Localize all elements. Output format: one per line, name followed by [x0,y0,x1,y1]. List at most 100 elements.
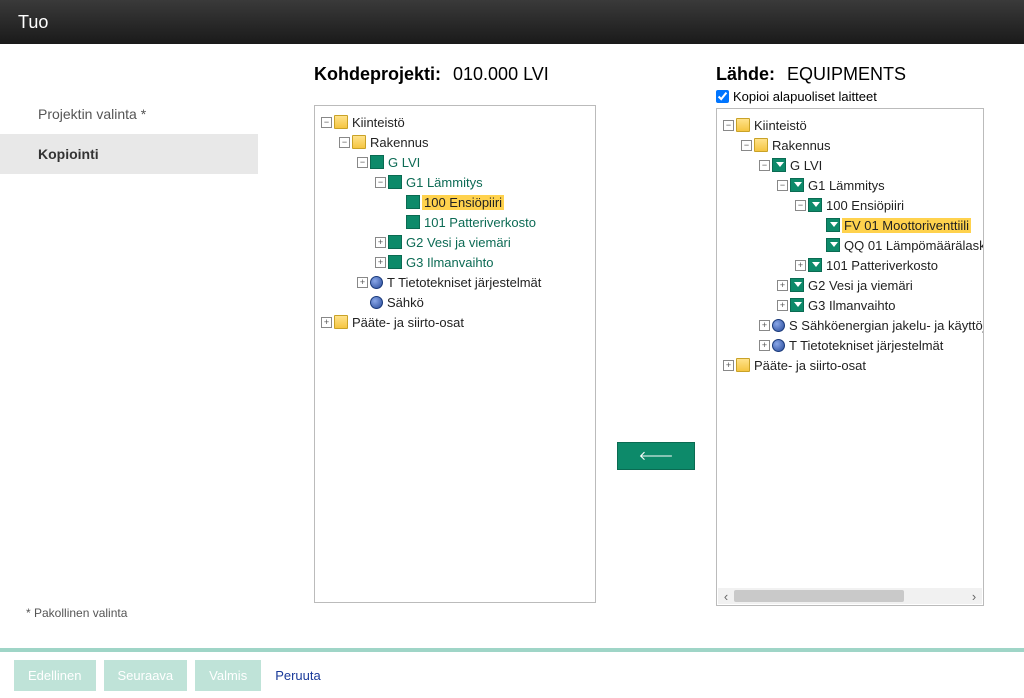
spacer [357,297,368,308]
horizontal-scrollbar[interactable]: ‹ › [718,588,982,604]
source-tree[interactable]: − Kiinteistö − Rakennus − [716,108,984,606]
done-button[interactable]: Valmis [195,660,261,691]
tree-node[interactable]: Rakennus [368,135,431,150]
collapse-icon[interactable]: − [357,157,368,168]
collapse-icon[interactable]: − [759,160,770,171]
target-heading: Kohdeprojekti: 010.000 LVI [314,64,596,85]
tree-node[interactable]: T Tietotekniset järjestelmät [385,275,543,290]
tree-node[interactable]: T Tietotekniset järjestelmät [787,338,945,353]
expand-icon[interactable]: + [759,320,770,331]
copy-sub-checkbox[interactable]: Kopioi alapuoliset laitteet [716,89,984,104]
sidebar-item-projektin-valinta[interactable]: Projektin valinta * [0,94,258,134]
tree-node[interactable]: G3 Ilmanvaihto [404,255,495,270]
spacer [393,217,404,228]
category-icon [388,235,402,249]
system-icon [772,339,785,352]
sidebar-item-label: Projektin valinta * [38,106,146,122]
sidebar-item-label: Kopiointi [38,146,99,162]
folder-icon [334,115,348,129]
tree-node[interactable]: G2 Vesi ja viemäri [806,278,915,293]
category-icon [790,298,804,312]
scroll-right-icon[interactable]: › [966,588,982,604]
tree-node-selected[interactable]: FV 01 Moottoriventtiili [842,218,971,233]
category-icon [772,158,786,172]
expand-icon[interactable]: + [321,317,332,328]
folder-icon [736,358,750,372]
tree-node[interactable]: G3 Ilmanvaihto [806,298,897,313]
category-icon [790,178,804,192]
source-label: Lähde: [716,64,775,85]
collapse-icon[interactable]: − [777,180,788,191]
scrollbar-track[interactable] [734,588,966,604]
tree-node[interactable]: 101 Patteriverkosto [824,258,940,273]
tree-node[interactable]: G1 Lämmitys [404,175,485,190]
prev-button[interactable]: Edellinen [14,660,96,691]
collapse-icon[interactable]: − [339,137,350,148]
tree-node[interactable]: 101 Patteriverkosto [422,215,538,230]
category-icon [388,255,402,269]
tree-node[interactable]: 100 Ensiöpiiri [824,198,906,213]
tree-node[interactable]: G LVI [788,158,824,173]
expand-icon[interactable]: + [777,280,788,291]
tree-node[interactable]: Kiinteistö [350,115,407,130]
tree-node[interactable]: Rakennus [770,138,833,153]
expand-icon[interactable]: + [777,300,788,311]
source-column: Lähde: EQUIPMENTS Kopioi alapuoliset lai… [716,64,984,648]
spacer [813,240,824,251]
category-icon [808,258,822,272]
next-button[interactable]: Seuraava [104,660,188,691]
tree-node[interactable]: Pääte- ja siirto-osat [350,315,466,330]
target-column: Kohdeprojekti: 010.000 LVI − Kiinteistö … [314,64,596,648]
equipment-icon [826,238,840,252]
expand-icon[interactable]: + [375,237,386,248]
source-value: EQUIPMENTS [787,64,906,85]
transfer-left-button[interactable]: 🡐 [617,442,695,470]
expand-icon[interactable]: + [723,360,734,371]
tree-node[interactable]: Sähkö [385,295,426,310]
tree-node[interactable]: S Sähköenergian jakelu- ja käyttöjärjest… [787,318,984,333]
source-heading: Lähde: EQUIPMENTS [716,64,984,85]
tree-node[interactable]: G1 Lämmitys [806,178,887,193]
expand-icon[interactable]: + [375,257,386,268]
category-icon [808,198,822,212]
spacer [813,220,824,231]
collapse-icon[interactable]: − [321,117,332,128]
sidebar-item-kopiointi[interactable]: Kopiointi [0,134,258,174]
tree-node[interactable]: Kiinteistö [752,118,809,133]
category-icon [790,278,804,292]
collapse-icon[interactable]: − [741,140,752,151]
target-tree[interactable]: − Kiinteistö − Rakennus − [314,105,596,603]
copy-sub-input[interactable] [716,90,729,103]
collapse-icon[interactable]: − [375,177,386,188]
expand-icon[interactable]: + [795,260,806,271]
collapse-icon[interactable]: − [723,120,734,131]
tree-node[interactable]: G LVI [386,155,422,170]
expand-icon[interactable]: + [357,277,368,288]
tree-node-selected[interactable]: 100 Ensiöpiiri [422,195,504,210]
folder-icon [736,118,750,132]
folder-icon [352,135,366,149]
category-icon [406,195,420,209]
collapse-icon[interactable]: − [795,200,806,211]
system-icon [772,319,785,332]
category-icon [370,155,384,169]
tree-node[interactable]: Pääte- ja siirto-osat [752,358,868,373]
scroll-left-icon[interactable]: ‹ [718,588,734,604]
window-title: Tuo [18,12,48,33]
transfer-column: 🡐 [596,64,716,648]
titlebar: Tuo [0,0,1024,44]
required-note: * Pakollinen valinta [26,606,127,620]
system-icon [370,276,383,289]
wizard-sidebar: Projektin valinta * Kopiointi * Pakollin… [0,44,258,648]
scrollbar-thumb[interactable] [734,590,904,602]
cancel-button[interactable]: Peruuta [275,668,321,683]
target-value: 010.000 LVI [453,64,549,85]
folder-icon [754,138,768,152]
tree-node[interactable]: QQ 01 Lämpömäärälaskuri [842,238,984,253]
copy-sub-label: Kopioi alapuoliset laitteet [733,89,877,104]
equipment-icon [826,218,840,232]
arrow-left-icon: 🡐 [639,448,674,464]
expand-icon[interactable]: + [759,340,770,351]
tree-node[interactable]: G2 Vesi ja viemäri [404,235,513,250]
wizard-footer: Edellinen Seuraava Valmis Peruuta [0,652,1024,698]
